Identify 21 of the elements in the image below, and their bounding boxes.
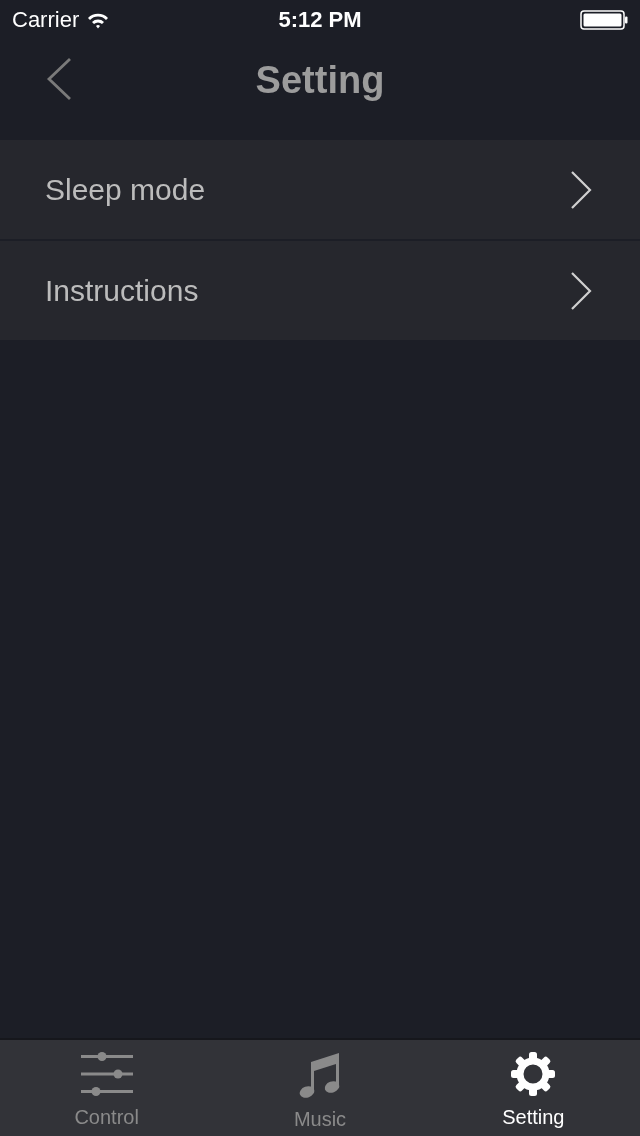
menu-label: Sleep mode [45, 172, 206, 207]
menu-row[interactable]: Sleep mode [0, 140, 640, 239]
tab-label: Setting [502, 1106, 565, 1128]
sliders-icon [80, 1052, 133, 1096]
chevron-right-icon [570, 270, 592, 311]
battery-icon [580, 10, 628, 30]
status-time: 5:12 PM [278, 7, 362, 33]
menu-row[interactable]: Instructions [0, 241, 640, 340]
settings-icon [511, 1052, 556, 1096]
menu-label: Instructions [45, 273, 199, 308]
tab-label: Control [74, 1106, 139, 1128]
chevron-right-icon [570, 169, 592, 210]
tab-item[interactable]: Setting [426, 1040, 640, 1136]
tab-item[interactable]: Music [213, 1040, 427, 1136]
tab-label: Music [293, 1108, 347, 1130]
tab-item[interactable]: Control [0, 1040, 214, 1136]
carrier-name: Carrier [12, 7, 80, 33]
wifi-icon [87, 11, 110, 29]
page-title: Setting [255, 58, 385, 102]
music-note-icon [299, 1052, 341, 1098]
back-icon [46, 57, 72, 101]
